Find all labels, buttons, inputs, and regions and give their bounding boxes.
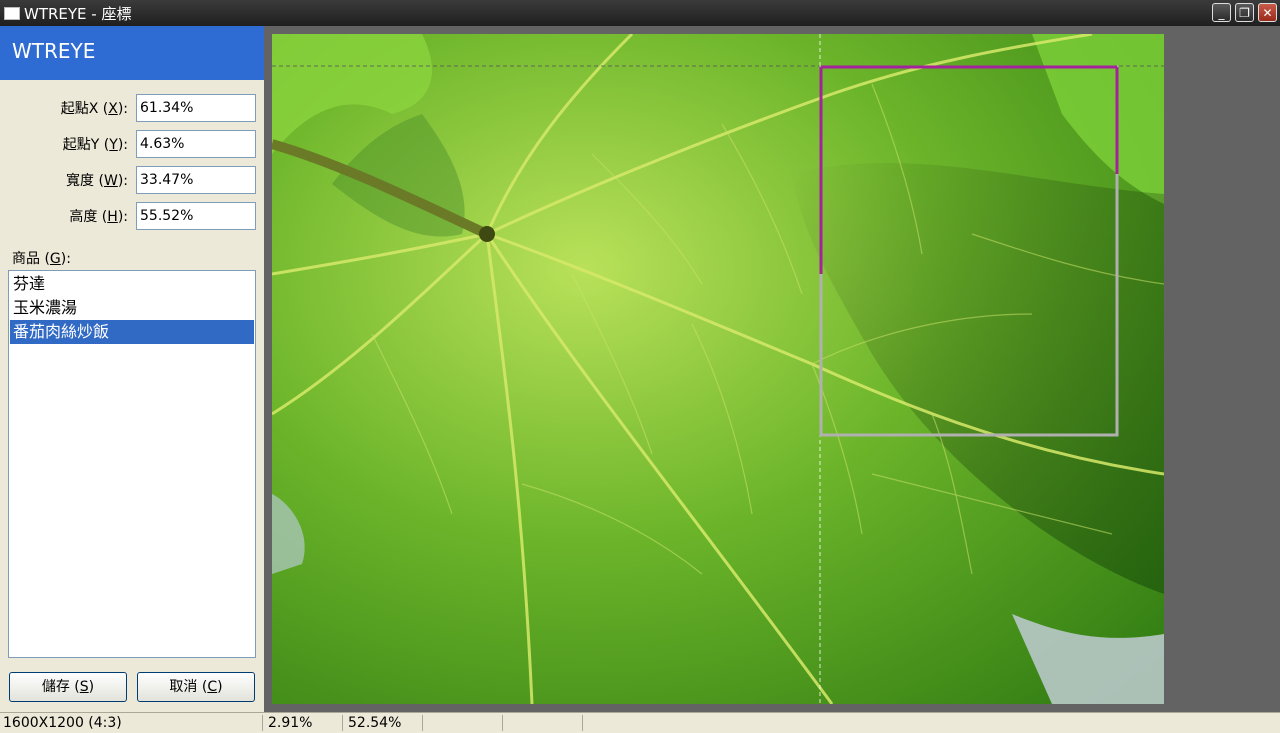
brand-header: WTREYE	[0, 26, 264, 80]
start-x-input[interactable]	[136, 94, 256, 122]
height-label: 高度 (H):	[69, 209, 128, 225]
height-input[interactable]	[136, 202, 256, 230]
close-button[interactable]: ✕	[1258, 3, 1277, 22]
width-label: 寬度 (W):	[66, 173, 128, 189]
start-y-label: 起點Y (Y):	[62, 137, 128, 153]
list-item[interactable]: 芬達	[10, 272, 254, 296]
save-button[interactable]: 儲存 (S)	[9, 672, 127, 702]
status-divider	[342, 715, 343, 731]
status-divider	[422, 715, 423, 731]
minimize-button[interactable]: _	[1212, 3, 1231, 22]
sidebar: WTREYE 起點X (X): 起點Y (Y): 寬度 (W): 高度 (H):…	[0, 26, 264, 712]
canvas-area[interactable]	[264, 26, 1280, 712]
status-divider	[582, 715, 583, 731]
status-divider	[262, 715, 263, 731]
title-bar: WTREYE - 座標 _ ❐ ✕	[0, 0, 1280, 26]
status-cursor-y: 52.54%	[348, 715, 402, 731]
cancel-button[interactable]: 取消 (C)	[137, 672, 255, 702]
list-item-selected[interactable]: 番茄肉絲炒飯	[10, 320, 254, 344]
restore-button[interactable]: ❐	[1235, 3, 1254, 22]
list-item[interactable]: 玉米濃湯	[10, 296, 254, 320]
app-icon	[4, 7, 20, 20]
start-x-label: 起點X (X):	[60, 101, 128, 117]
start-y-input[interactable]	[136, 130, 256, 158]
status-image-size: 1600X1200 (4:3)	[3, 715, 122, 731]
width-input[interactable]	[136, 166, 256, 194]
status-bar: 1600X1200 (4:3) 2.91% 52.54%	[0, 712, 1280, 733]
product-label: 商品 (G):	[12, 251, 71, 267]
window-title: WTREYE - 座標	[24, 5, 132, 23]
status-divider	[502, 715, 503, 731]
product-listbox[interactable]: 芬達 玉米濃湯 番茄肉絲炒飯	[8, 270, 256, 658]
leaf-photo-drawing	[272, 34, 1164, 704]
brand-title: WTREYE	[12, 39, 96, 63]
leaf-photo[interactable]	[272, 34, 1164, 704]
status-cursor-x: 2.91%	[268, 715, 313, 731]
